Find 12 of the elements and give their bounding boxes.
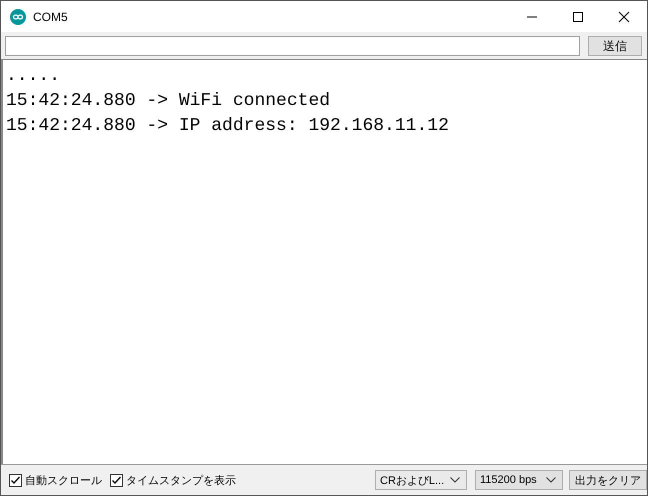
- dropdown[interactable]: CRおよびL...: [375, 470, 467, 490]
- clear-output-button[interactable]: 出力をクリア: [569, 470, 647, 490]
- output-line: 15:42:24.880 -> WiFi connected: [5, 90, 332, 113]
- dropdown[interactable]: 115200 bps: [475, 470, 563, 490]
- output-line: 15:42:24.880 -> IP address: 192.168.11.12: [5, 115, 450, 138]
- checkbox-label: タイムスタンプを表示: [126, 472, 236, 488]
- output-line: .....: [5, 65, 62, 88]
- dropdown-value: CRおよびL...: [380, 474, 444, 488]
- dropdown-value: 115200 bps: [480, 474, 537, 486]
- window-title: COM5: [33, 10, 68, 24]
- send-button[interactable]: 送信: [588, 36, 642, 56]
- checkbox-label: 自動スクロール: [25, 472, 102, 488]
